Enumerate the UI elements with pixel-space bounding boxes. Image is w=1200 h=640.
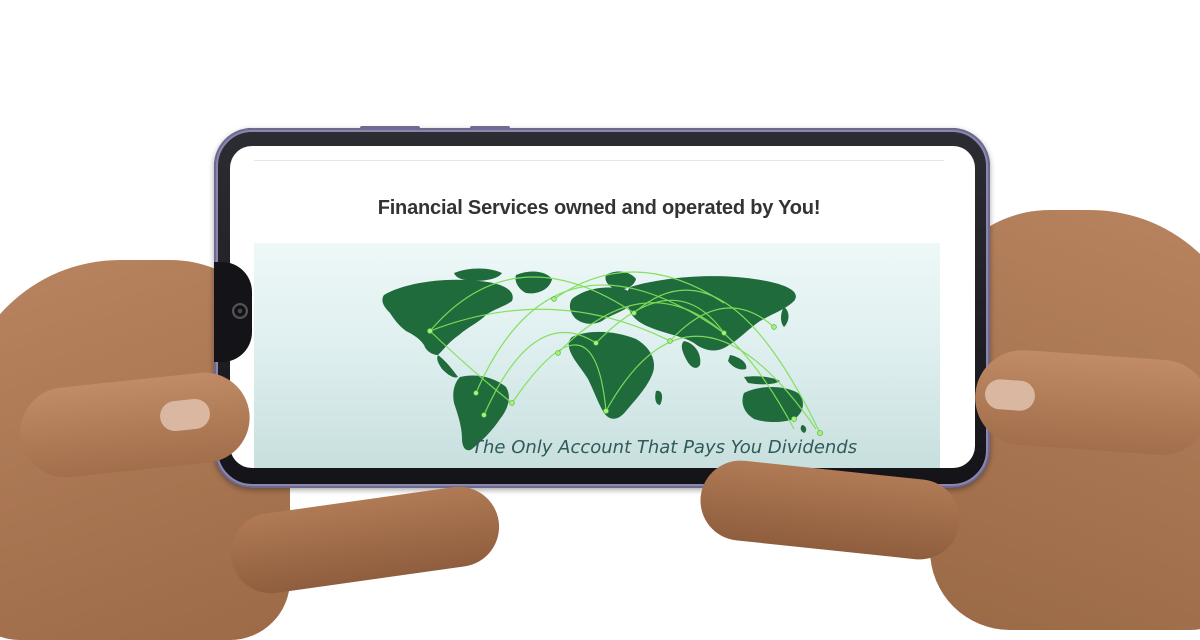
front-camera-icon <box>232 303 248 319</box>
phone-screen: Financial Services owned and operated by… <box>230 146 975 468</box>
right-thumbnail <box>984 378 1036 412</box>
volume-button <box>360 126 420 130</box>
world-map-banner: The Only Account That Pays You Dividends <box>254 243 940 468</box>
page-headline: Financial Services owned and operated by… <box>377 197 821 219</box>
banner-tagline: The Only Account That Pays You Dividends <box>472 437 858 458</box>
power-button <box>470 126 510 130</box>
world-map-network-icon <box>382 268 823 451</box>
web-page: Financial Services owned and operated by… <box>254 160 944 468</box>
